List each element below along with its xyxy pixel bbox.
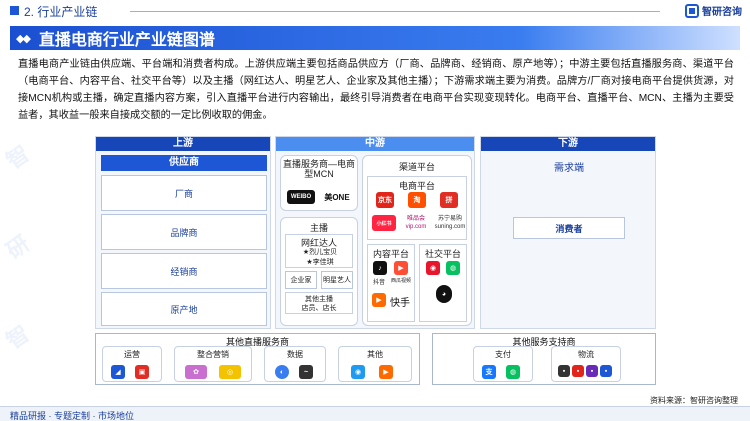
logistics-card: 物流 ▪ ▪ ▪ ▪ [551, 346, 621, 382]
content-platform-box: 内容平台 ♪ 抖音 ▶ 西瓜视频 ▶ 快手 [367, 244, 415, 322]
logistics-logo-icon: ▪ [586, 365, 598, 377]
wechat-icon: ◍ [446, 261, 460, 275]
suning-logo: 苏宁易购 suning.com [434, 216, 466, 230]
midstream-panel: 中游 直播服务商—电商型MCN WEIBO 美ONE 主播 网红达人 ★烈儿宝贝… [275, 136, 475, 329]
douyin-label: 抖音 [372, 280, 385, 286]
watermark: 研 [1, 230, 35, 264]
anchor-title: 主播 [309, 223, 328, 233]
jd-logo-icon: 京东 [376, 192, 394, 208]
weibo-icon: ◉ [426, 261, 440, 275]
influencer-box: 网红达人 ★烈儿宝贝 ★李佳琪 [285, 234, 353, 268]
other-support-title: 其他服务支持商 [512, 337, 576, 347]
meione-logo-icon: 美ONE [321, 190, 353, 204]
kuaishou-label: 快手 [390, 298, 410, 309]
source-note: 资料来源：智研咨询整理 [650, 396, 738, 405]
other-live-service-panel: 其他直播服务商 运营 ◢ ▣ 整合营销 ✿ ◎ 数据 ◐ ~ 其他 ◉ ▶ [95, 333, 420, 385]
anchor-card: 主播 网红达人 ★烈儿宝贝 ★李佳琪 企业家 明星艺人 其他主播 店员、店长 [280, 217, 358, 326]
downstream-header: 下游 [481, 137, 655, 151]
service-provider-title: 直播服务商—电商型MCN [283, 159, 356, 179]
service-provider-card: 直播服务商—电商型MCN WEIBO 美ONE [280, 155, 358, 211]
weibo-logo-icon: WEIBO [287, 190, 315, 204]
footer-tagline: 精品研报 · 专题定制 · 市场地位 [10, 411, 134, 421]
supplier-item: 原产地 [101, 292, 267, 326]
payment-label: 支付 [495, 350, 511, 359]
service-operation-label: 运营 [124, 350, 140, 359]
service-operation-card: 运营 ◢ ▣ [102, 346, 162, 382]
watermark: 智 [1, 140, 35, 174]
supplier-item: 经销商 [101, 253, 267, 289]
logistics-logo-icon: ▪ [600, 365, 612, 377]
consumer-box: 消费者 [513, 217, 625, 239]
footer-bar: 精品研报 · 专题定制 · 市场地位 [0, 406, 750, 421]
supplier-item: 品牌商 [101, 214, 267, 250]
top-bar: 2. 行业产业链 智研咨询 [0, 0, 750, 22]
pinduoduo-logo-icon: 拼 [440, 192, 458, 208]
other-logo-icon: ▶ [379, 365, 393, 379]
data-logo-icon: ◐ [275, 365, 289, 379]
brand-logo-icon [685, 3, 699, 18]
star-box: 明星艺人 [321, 271, 353, 289]
service-data-card: 数据 ◐ ~ [264, 346, 326, 382]
ecommerce-box: 电商平台 京东 淘 拼 小红书 唯品会 vip.com 苏宁易购 suning.… [367, 176, 467, 240]
service-marketing-label: 整合营销 [197, 350, 229, 359]
xigua-label: 西瓜视频 [390, 278, 411, 284]
supplier-item: 厂商 [101, 175, 267, 211]
logistics-logo-icon: ▪ [572, 365, 584, 377]
vip-logo: 唯品会 vip.com [405, 216, 427, 230]
service-data-label: 数据 [287, 350, 303, 359]
influencer-name: ★烈儿宝贝 [302, 249, 338, 256]
brand-logo: 智研咨询 [685, 3, 742, 18]
enterprise-box: 企业家 [285, 271, 317, 289]
kuaishou-logo-icon: ▶ [372, 293, 386, 307]
alipay-icon: 支 [482, 365, 496, 379]
channel-card: 渠道平台 电商平台 京东 淘 拼 小红书 唯品会 vip.com 苏宁易购 su… [362, 155, 472, 326]
service-other-label: 其他 [367, 350, 383, 359]
xigua-logo-icon: ▶ [394, 261, 408, 275]
service-other-card: 其他 ◉ ▶ [338, 346, 412, 382]
description-paragraph: 直播电商产业链由供应端、平台端和消费者构成。上游供应端主要包括商品供应方（厂商、… [18, 59, 734, 121]
operation-logo-icon: ▣ [135, 365, 149, 379]
xiaohongshu-logo-icon: 小红书 [372, 215, 396, 231]
marketing-logo-icon: ◎ [219, 365, 241, 379]
logistics-logo-icon: ▪ [558, 365, 570, 377]
ecommerce-title: 电商平台 [398, 181, 435, 191]
taobao-logo-icon: 淘 [408, 192, 426, 208]
page-title-bar: ◆◆ 直播电商行业产业链图谱 [10, 26, 740, 50]
downstream-panel: 下游 需求端 消费者 [480, 136, 656, 329]
content-platform-title: 内容平台 [372, 249, 409, 259]
upstream-header: 上游 [96, 137, 270, 151]
section-marker-icon [10, 6, 19, 15]
other-anchor-box: 其他主播 店员、店长 [285, 292, 353, 314]
marketing-logo-icon: ✿ [185, 365, 207, 379]
payment-card: 支付 支 ◍ [473, 346, 533, 382]
demand-label: 需求端 [554, 163, 584, 174]
influencer-name: ★李佳琪 [306, 259, 334, 266]
diamond-icon: ◆◆ [16, 32, 31, 45]
section-title: 2. 行业产业链 [24, 5, 98, 19]
service-marketing-card: 整合营销 ✿ ◎ [174, 346, 252, 382]
operation-logo-icon: ◢ [111, 365, 125, 379]
qq-icon: ◕ [436, 285, 452, 303]
data-logo-icon: ~ [299, 365, 313, 379]
watermark: 智 [1, 320, 35, 354]
midstream-header: 中游 [276, 137, 474, 151]
page-title: 直播电商行业产业链图谱 [38, 32, 215, 49]
douyin-logo-icon: ♪ [373, 261, 387, 275]
other-logo-icon: ◉ [351, 365, 365, 379]
wechat-pay-icon: ◍ [506, 365, 520, 379]
channel-title: 渠道平台 [398, 162, 435, 172]
other-support-panel: 其他服务支持商 支付 支 ◍ 物流 ▪ ▪ ▪ ▪ [432, 333, 656, 385]
brand-name: 智研咨询 [702, 7, 742, 18]
other-anchor-sub: 店员、店长 [301, 305, 337, 312]
supplier-header: 供应商 [101, 155, 267, 171]
logistics-label: 物流 [578, 350, 594, 359]
upstream-panel: 上游 供应商 厂商 品牌商 经销商 原产地 [95, 136, 271, 329]
influencer-name-text: 李佳琪 [312, 259, 334, 266]
social-platform-title: 社交平台 [424, 249, 461, 259]
social-platform-box: 社交平台 ◉ ◍ ◕ [419, 244, 467, 322]
divider [130, 11, 660, 12]
influencer-name-text: 烈儿宝贝 [309, 249, 338, 256]
